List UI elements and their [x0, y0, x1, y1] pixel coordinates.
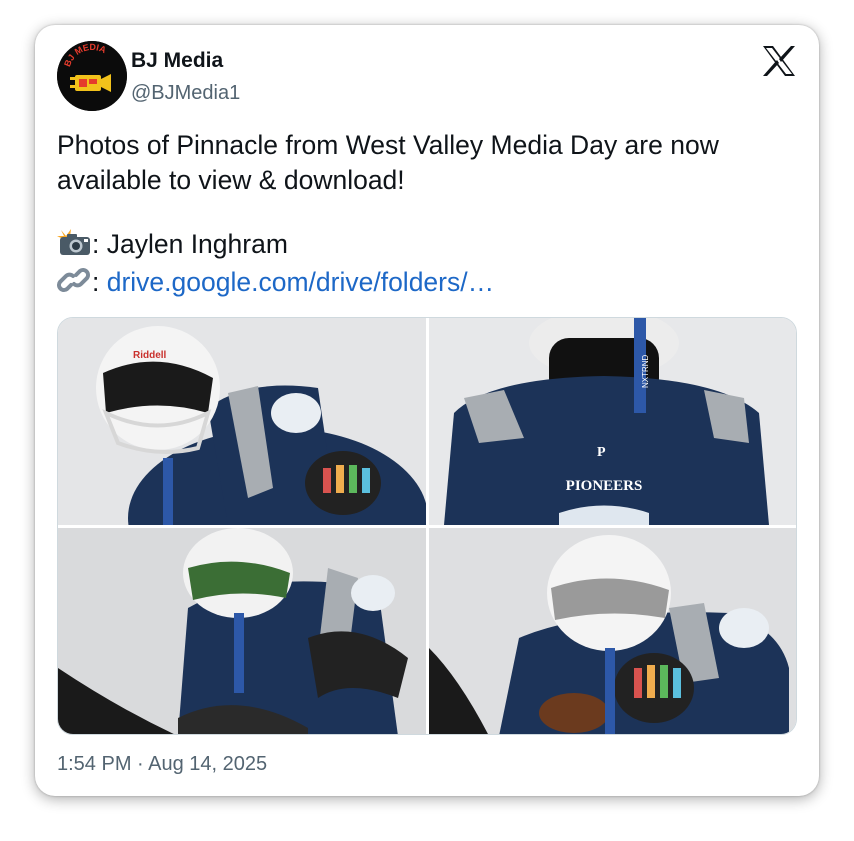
photo-2[interactable]: P PIONEERS NXTRND [429, 318, 796, 525]
drive-link[interactable]: drive.google.com/drive/folders/… [107, 267, 494, 297]
photographer-credit: : Jaylen Inghram [57, 227, 797, 265]
author-display-name[interactable]: BJ Media [131, 49, 223, 73]
tweet-card: BJ MEDIA BJ Media @BJMedia1 Photos of Pi… [35, 25, 819, 796]
link-icon [57, 266, 91, 303]
author-handle[interactable]: @BJMedia1 [131, 82, 240, 105]
tweet-text-gap [57, 198, 797, 227]
photo-3[interactable] [58, 528, 426, 734]
photographer-name: : Jaylen Inghram [92, 229, 288, 259]
player-helmet-photo: Riddell [58, 318, 426, 525]
bj-media-logo-icon: BJ MEDIA [57, 41, 127, 111]
player-crouch-photo [58, 528, 426, 734]
player-ball-carry-photo [429, 528, 796, 734]
tweet-timestamp[interactable]: 1:54 PM · Aug 14, 2025 [57, 753, 267, 776]
tweet-text-line-2: available to view & download! [57, 165, 405, 195]
photo-4[interactable] [429, 528, 796, 734]
camera-flash-icon [57, 228, 91, 265]
link-line: : drive.google.com/drive/folders/… [57, 265, 797, 303]
tweet-text: Photos of Pinnacle from West Valley Medi… [57, 128, 797, 303]
player-jersey-photo: P PIONEERS NXTRND [429, 318, 796, 525]
tweet-text-line-1: Photos of Pinnacle from West Valley Medi… [57, 130, 719, 160]
jersey-team-name: PIONEERS [566, 478, 643, 494]
avatar[interactable]: BJ MEDIA [57, 41, 127, 111]
link-prefix: : [92, 267, 107, 297]
svg-text:P: P [597, 445, 606, 460]
helmet-brand-label: Riddell [133, 350, 167, 361]
photo-1[interactable]: Riddell [58, 318, 426, 525]
media-grid: Riddell P PIONEERS NXTRND [57, 317, 797, 735]
chinstrap-brand-label: NXTRND [641, 354, 650, 388]
x-logo-icon[interactable] [762, 45, 796, 77]
